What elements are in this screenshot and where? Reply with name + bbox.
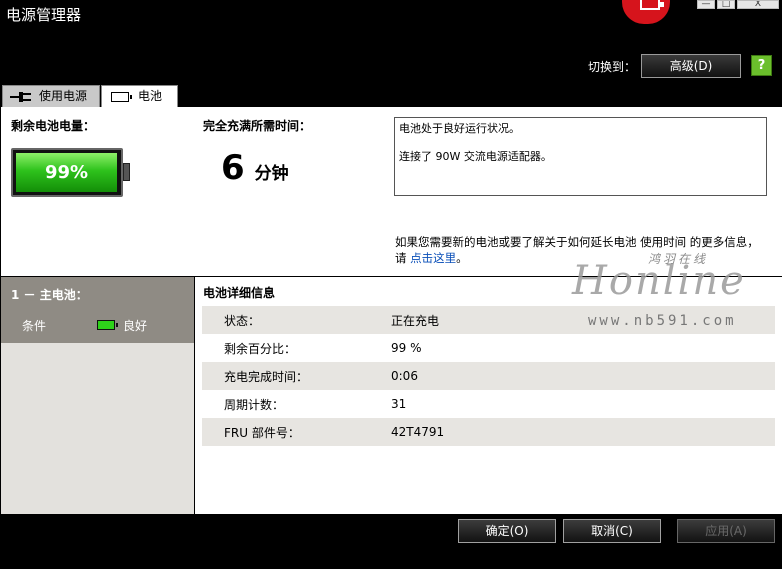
tab-power-source-label: 使用电源 (39, 89, 88, 103)
details-key: 状态： (224, 313, 261, 328)
details-title: 电池详细信息 (203, 286, 276, 300)
details-value: 0:06 (391, 369, 418, 383)
tab-battery[interactable]: 电池 (101, 85, 178, 108)
plug-icon (10, 92, 31, 102)
help-icon[interactable]: ? (751, 55, 772, 76)
ok-button[interactable]: 确定(O) (458, 519, 556, 543)
more-info-text: 如果您需要新的电池或要了解关于如何延长电池 使用时间 的更多信息，请 点击这里。 (395, 234, 767, 266)
battery-details-panel: 电池详细信息 状态： 正在充电 剩余百分比： 99 % 充电完成时间： 0:06… (195, 277, 782, 514)
maximize-button[interactable]: □ (717, 0, 735, 9)
battery-list-item-main[interactable]: 1 － 主电池： 条件 良好 (1, 277, 194, 343)
minimize-button[interactable]: — (697, 0, 715, 9)
condition-value-text: 良好 (123, 319, 148, 333)
battery-health-message: 电池处于良好运行状况。 (399, 122, 520, 135)
cancel-button[interactable]: 取消(C) (563, 519, 661, 543)
details-key: 充电完成时间： (224, 369, 309, 384)
status-message-box: 电池处于良好运行状况。 连接了 90W 交流电源适配器。 (394, 117, 767, 196)
switch-to-label: 切换到： (588, 60, 637, 74)
battery-level-gauge: 99% (11, 148, 130, 197)
details-row-percent: 剩余百分比： 99 % (202, 334, 775, 362)
battery-summary-panel: 剩余电池电量： 99% 完全充满所需时间： 6 分钟 电池处于良好运行状况。 连… (1, 107, 782, 276)
details-value: 31 (391, 397, 407, 411)
battery-good-icon (97, 320, 118, 330)
battery-terminal-icon (123, 163, 130, 181)
details-row-status: 状态： 正在充电 (202, 306, 775, 334)
details-value: 正在充电 (391, 313, 440, 328)
battery-percent-text: 99% (44, 162, 89, 183)
tab-power-source[interactable]: 使用电源 (2, 85, 100, 107)
condition-label: 条件 (22, 319, 47, 333)
battery-icon (111, 92, 132, 102)
condition-value: 良好 (97, 317, 147, 334)
details-key: FRU 部件号： (224, 425, 300, 440)
time-to-full-value: 6 分钟 (221, 148, 289, 188)
window-title: 电源管理器 (6, 6, 82, 24)
close-button[interactable]: X (737, 0, 779, 9)
details-row-fru: FRU 部件号： 42T4791 (202, 418, 775, 446)
battery-list-pane: 1 － 主电池： 条件 良好 (1, 277, 194, 514)
tab-battery-label: 电池 (138, 89, 163, 103)
adapter-message: 连接了 90W 交流电源适配器。 (399, 150, 552, 163)
time-to-full-label: 完全充满所需时间： (203, 119, 312, 133)
time-to-full-number: 6 (221, 148, 245, 188)
details-row-charge-time: 充电完成时间： 0:06 (202, 362, 775, 390)
click-here-link[interactable]: 点击这里 (410, 251, 456, 265)
details-row-cycle-count: 周期计数： 31 (202, 390, 775, 418)
details-key: 剩余百分比： (224, 341, 297, 356)
details-value: 42T4791 (391, 425, 445, 439)
main-battery-header: 1 － 主电池： (11, 288, 88, 302)
details-value: 99 % (391, 341, 422, 355)
advanced-button[interactable]: 高级(D) (641, 54, 741, 78)
details-key: 周期计数： (224, 397, 285, 412)
remaining-charge-label: 剩余电池电量： (11, 119, 96, 133)
apply-button[interactable]: 应用(A) (677, 519, 775, 543)
more-info-suffix: 。 (456, 251, 468, 265)
time-to-full-unit: 分钟 (254, 164, 289, 184)
